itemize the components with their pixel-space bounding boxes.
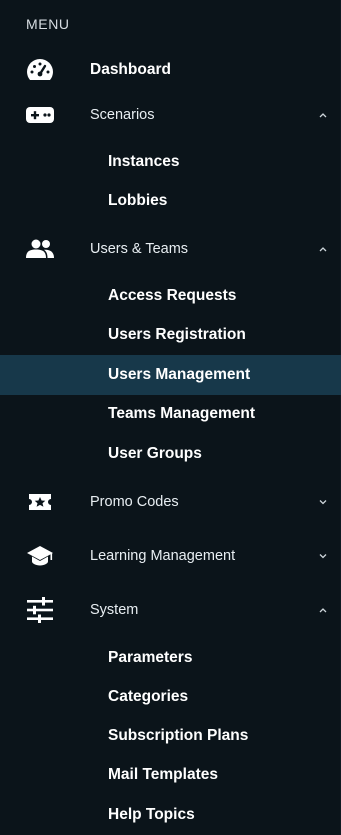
chevron-up-icon[interactable] xyxy=(317,243,329,255)
sidebar-subitem-label: Instances xyxy=(108,153,180,170)
sidebar-subitem-access-requests[interactable]: Access Requests xyxy=(0,281,341,311)
chevron-up-icon[interactable] xyxy=(317,604,329,616)
sliders-icon xyxy=(24,594,56,626)
sidebar-subitem-categories[interactable]: Categories xyxy=(0,682,341,712)
sidebar-item-label: Users & Teams xyxy=(90,241,189,257)
sidebar-item-label: Promo Codes xyxy=(90,494,179,510)
gamepad-icon xyxy=(24,99,56,131)
sidebar-subitem-subscription-plans[interactable]: Subscription Plans xyxy=(0,721,341,751)
sidebar-item-scenarios[interactable]: Scenarios xyxy=(0,93,341,137)
sidebar-subitem-label: Users Management xyxy=(108,366,251,383)
sidebar-item-system[interactable]: System xyxy=(0,588,341,632)
sidebar-item-label: Dashboard xyxy=(90,61,171,78)
chevron-down-icon[interactable] xyxy=(317,496,329,508)
sidebar-item-dashboard[interactable]: Dashboard xyxy=(0,48,341,92)
sidebar-item-promo-codes[interactable]: Promo Codes xyxy=(0,480,341,524)
sidebar-subitem-users-registration[interactable]: Users Registration xyxy=(0,320,341,350)
sidebar-item-label: Learning Management xyxy=(90,548,236,564)
sidebar-item-label: Scenarios xyxy=(90,107,155,123)
users-icon xyxy=(24,233,56,265)
chevron-up-icon[interactable] xyxy=(317,109,329,121)
sidebar-subitem-mail-templates[interactable]: Mail Templates xyxy=(0,760,341,790)
sidebar-subitem-user-groups[interactable]: User Groups xyxy=(0,439,341,469)
sidebar-subitem-instances[interactable]: Instances xyxy=(0,147,341,177)
sidebar-item-users-teams[interactable]: Users & Teams xyxy=(0,227,341,271)
sidebar-subitem-help-topics[interactable]: Help Topics xyxy=(0,800,341,830)
sidebar-subitem-label: Mail Templates xyxy=(108,766,218,783)
sidebar-subitem-label: Teams Management xyxy=(108,405,256,422)
sidebar-subitem-label: Categories xyxy=(108,688,189,705)
graduation-cap-icon xyxy=(24,540,56,572)
sidebar: MENU Dashboard Scenarios Instances Lobbi… xyxy=(0,0,341,835)
sidebar-subitem-parameters[interactable]: Parameters xyxy=(0,643,341,673)
sidebar-subitem-label: Lobbies xyxy=(108,192,168,209)
speedometer-icon xyxy=(24,54,56,86)
chevron-down-icon[interactable] xyxy=(317,550,329,562)
menu-header: MENU xyxy=(26,16,70,32)
ticket-star-icon xyxy=(24,486,56,518)
sidebar-subitem-label: User Groups xyxy=(108,445,202,462)
sidebar-subitem-label: Help Topics xyxy=(108,806,195,823)
sidebar-subitem-teams-management[interactable]: Teams Management xyxy=(0,399,341,429)
sidebar-subitem-users-management[interactable]: Users Management xyxy=(0,355,341,395)
sidebar-subitem-label: Subscription Plans xyxy=(108,727,249,744)
sidebar-item-learning-management[interactable]: Learning Management xyxy=(0,534,341,578)
sidebar-subitem-label: Access Requests xyxy=(108,287,237,304)
sidebar-subitem-label: Parameters xyxy=(108,649,193,666)
sidebar-item-label: System xyxy=(90,602,139,618)
sidebar-subitem-lobbies[interactable]: Lobbies xyxy=(0,186,341,216)
sidebar-subitem-label: Users Registration xyxy=(108,326,246,343)
